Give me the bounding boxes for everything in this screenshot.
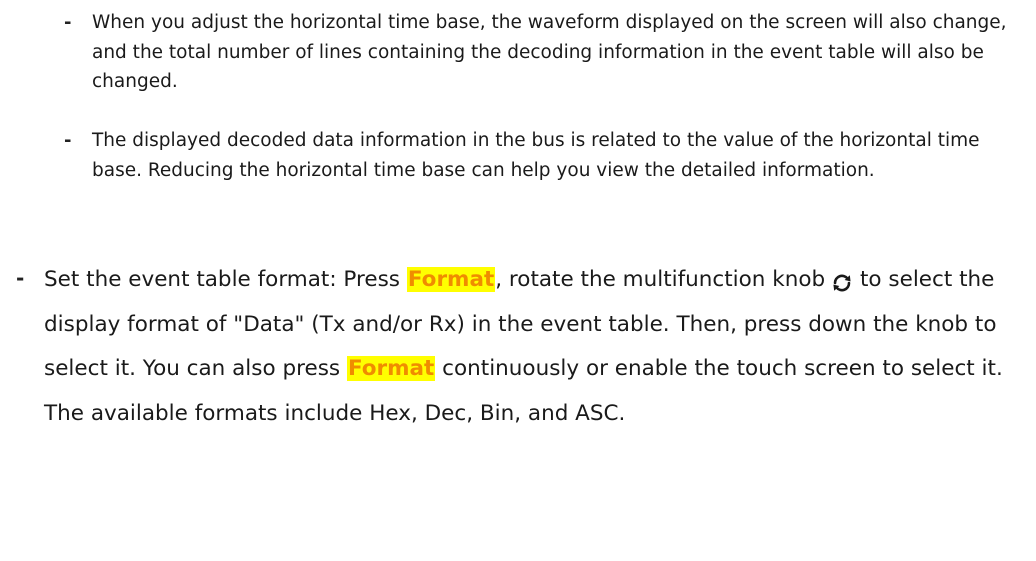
sub-bullet-decoded-info: The displayed decoded data information i…: [92, 130, 980, 181]
sub-bullet-time-base-change: When you adjust the horizontal time base…: [92, 12, 1007, 92]
bullet-dash: -: [64, 12, 72, 33]
paragraph-text: , rotate the multifunction knob: [495, 267, 826, 292]
paragraph-text: Set the event table format: Press: [44, 267, 407, 292]
bullet-dash: -: [64, 130, 72, 151]
rotate-knob-icon: [831, 266, 853, 292]
document-page: - When you adjust the horizontal time ba…: [0, 0, 1036, 561]
bullet-dash: -: [16, 266, 25, 290]
format-keyword: Format: [406, 267, 496, 292]
format-keyword: Format: [346, 356, 436, 381]
main-bullet-event-table-format: Set the event table format: Press Format…: [44, 258, 1029, 436]
